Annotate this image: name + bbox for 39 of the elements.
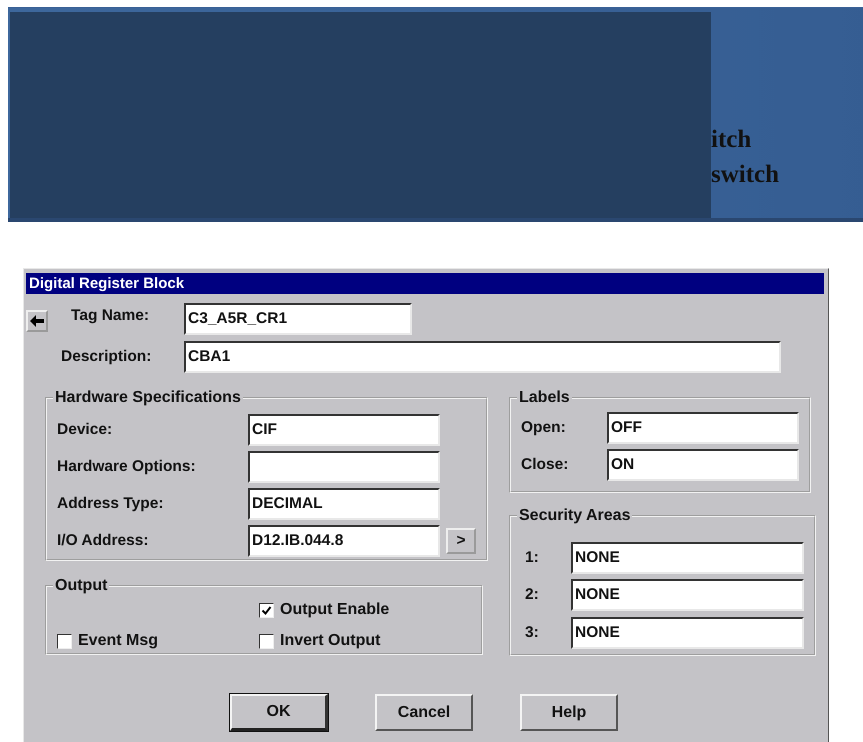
banner-text: itch xyxy=(711,125,752,155)
field-label: 3: xyxy=(524,624,540,642)
input-field[interactable]: C3_A5R_CR1 xyxy=(184,303,412,335)
checkbox[interactable]: Output Enable xyxy=(259,595,459,625)
field-label: Open: xyxy=(521,418,567,436)
field-label: Address Type: xyxy=(57,494,165,512)
browse-button[interactable]: > xyxy=(446,528,476,554)
input-field[interactable]: CBA1 xyxy=(184,341,781,373)
dialog-button[interactable]: OK xyxy=(230,694,328,731)
group-title: Labels xyxy=(518,389,571,407)
banner-text: switch xyxy=(711,160,780,190)
input-field[interactable]: D12.IB.044.8 xyxy=(248,524,440,556)
dialog-button[interactable]: Help xyxy=(520,694,618,731)
checkmark-icon xyxy=(261,604,272,616)
field-label: 1: xyxy=(524,548,540,567)
input-field[interactable]: NONE xyxy=(571,616,804,649)
field-label: Description: xyxy=(61,348,152,366)
input-field[interactable]: CIF xyxy=(248,414,440,446)
field-label: Device: xyxy=(57,420,114,438)
back-arrow-icon xyxy=(30,314,44,326)
field-label: Hardware Options: xyxy=(57,458,197,476)
input-field[interactable]: ON xyxy=(607,448,799,480)
checkbox[interactable]: Event Msg xyxy=(57,625,259,657)
input-field[interactable]: OFF xyxy=(607,412,799,444)
field-label: 2: xyxy=(524,586,540,604)
back-button[interactable] xyxy=(26,310,48,332)
field-label: I/O Address: xyxy=(57,532,150,550)
field-label: Close: xyxy=(521,456,570,474)
input-field[interactable]: NONE xyxy=(571,542,804,574)
input-field[interactable] xyxy=(248,450,440,482)
group-title: Output xyxy=(54,577,108,595)
input-field[interactable]: NONE xyxy=(571,579,804,612)
input-field[interactable]: DECIMAL xyxy=(248,488,440,520)
window-title: Digital Register Block xyxy=(26,273,824,294)
group-title: Security Areas xyxy=(518,507,632,525)
checkbox[interactable]: Invert Output xyxy=(259,625,459,657)
dialog-button[interactable]: Cancel xyxy=(375,694,473,731)
field-label: Tag Name: xyxy=(71,307,150,325)
group-title: Hardware Specifications xyxy=(54,389,242,407)
